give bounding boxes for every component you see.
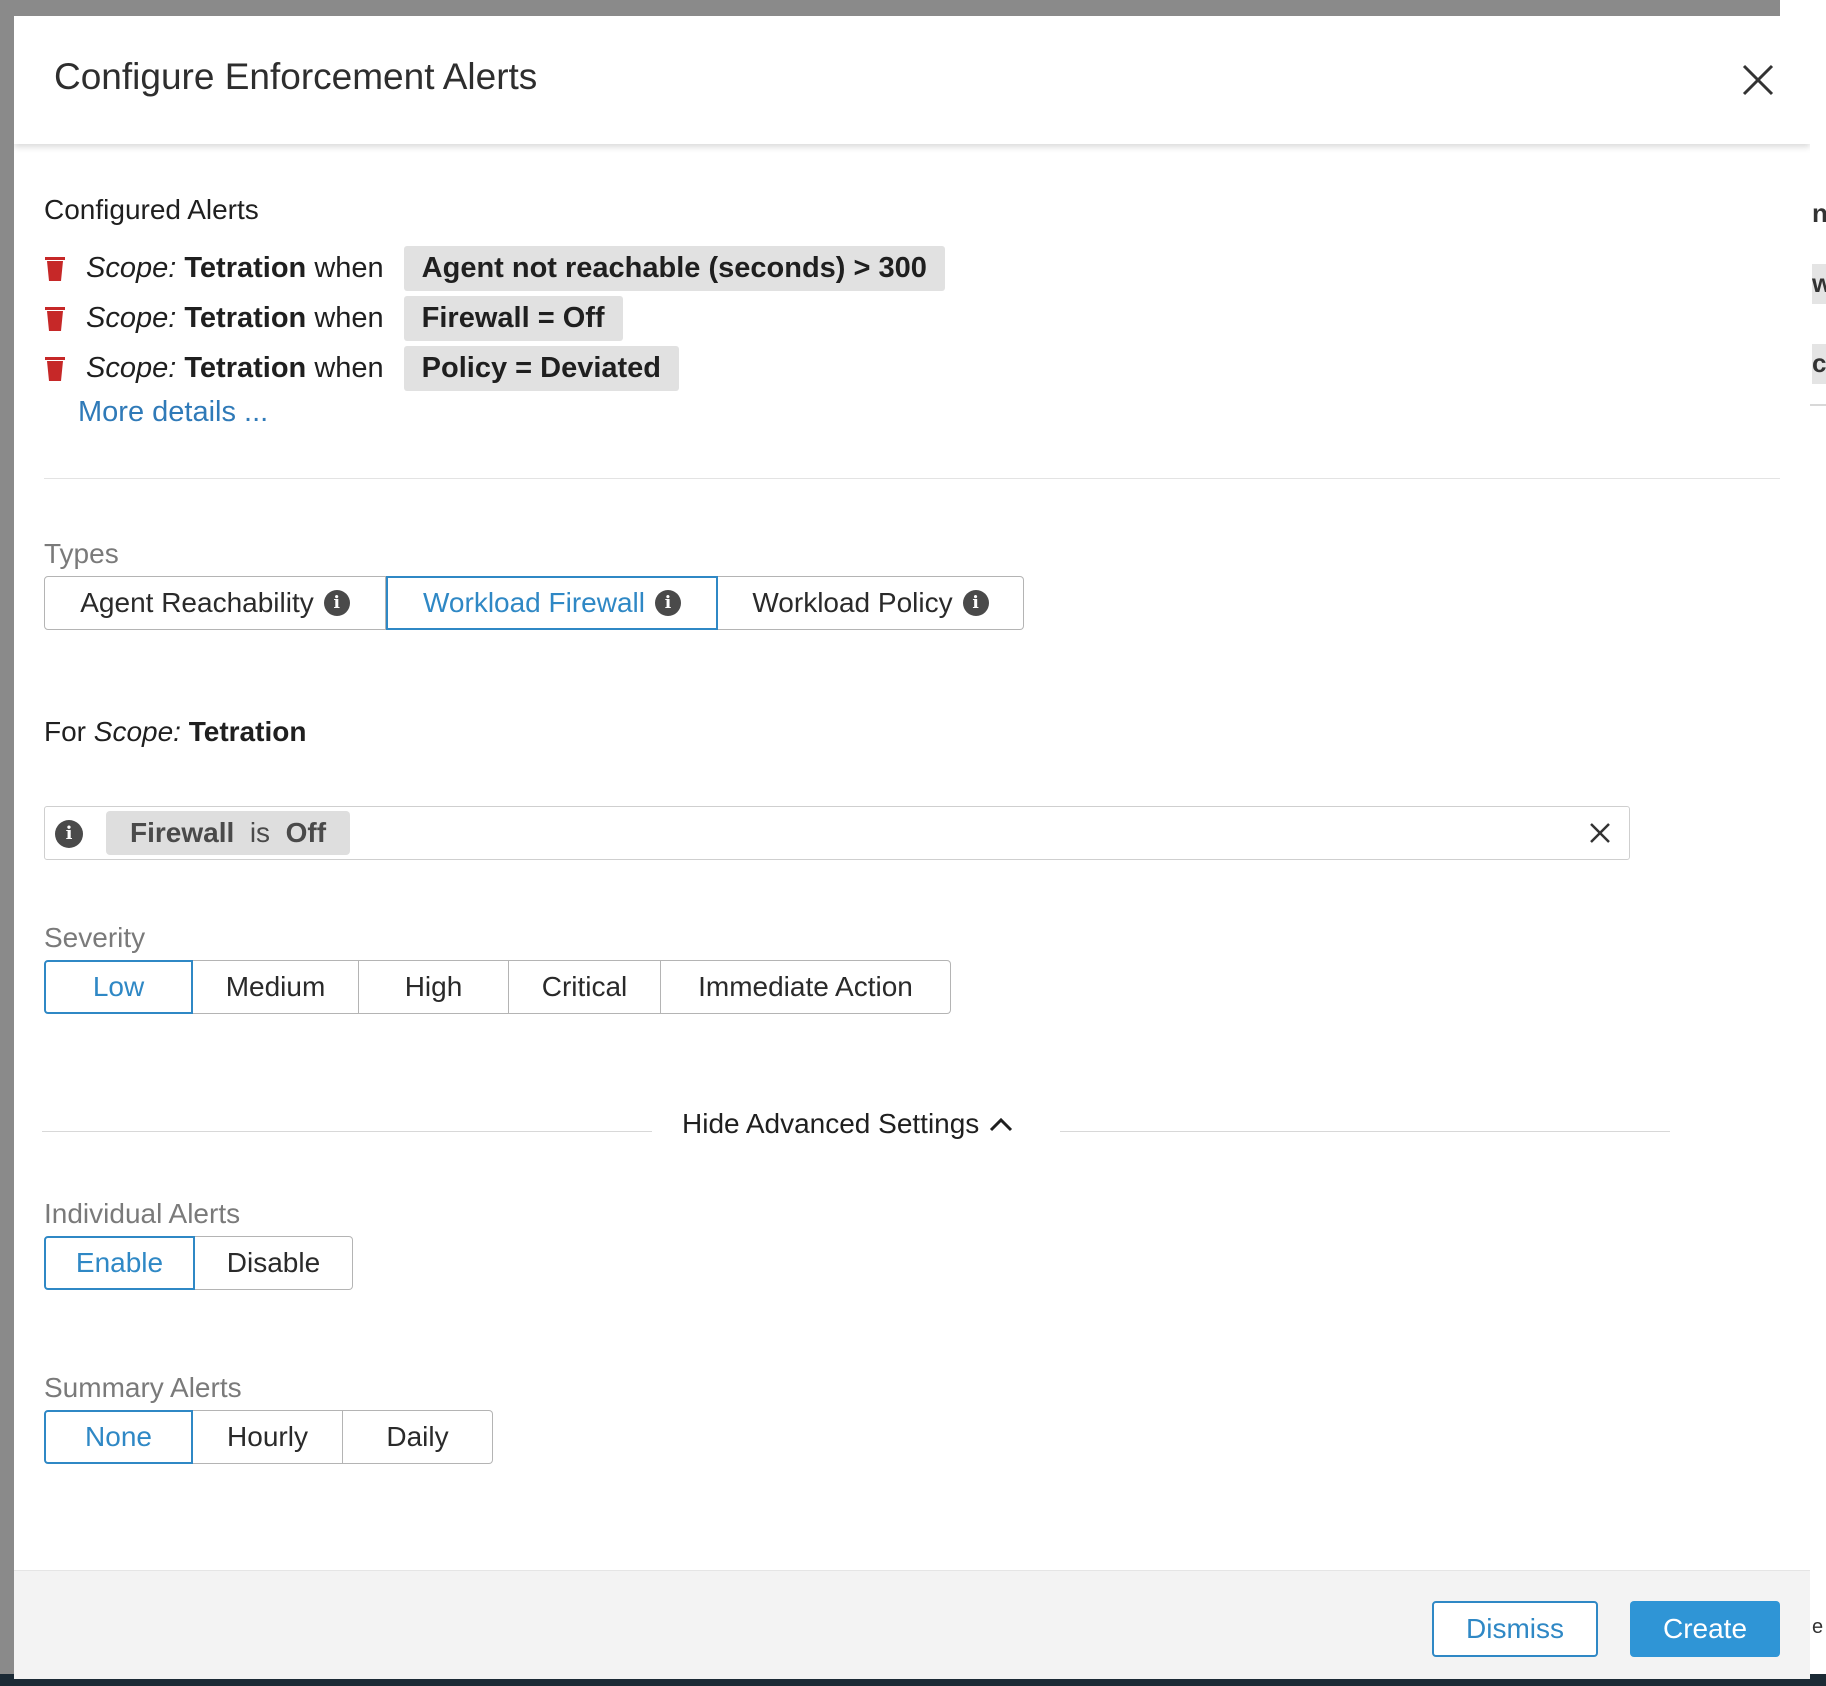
background-text: e — [1812, 1616, 1824, 1638]
scope-label: Scope: — [86, 351, 177, 384]
section-divider — [44, 478, 1780, 479]
alert-condition-chip: Agent not reachable (seconds) > 300 — [403, 245, 945, 291]
type-option-workload-policy[interactable]: Workload Policy i — [718, 576, 1024, 630]
trash-icon[interactable] — [44, 304, 66, 332]
close-icon[interactable] — [1738, 60, 1778, 100]
configured-alert-row: Scope: Tetration when Policy = Deviated — [44, 345, 680, 391]
individual-alerts-enable[interactable]: Enable — [44, 1236, 195, 1290]
background-text: n — [1812, 198, 1826, 228]
clear-icon[interactable] — [1587, 820, 1613, 846]
scope-value: Tetration — [184, 301, 307, 334]
scope-value: Tetration — [184, 351, 307, 384]
when-text: when — [314, 351, 384, 384]
configured-alert-row: Scope: Tetration when Firewall = Off — [44, 295, 623, 341]
filter-value: Off — [285, 817, 327, 848]
dialog-footer: Dismiss Create — [14, 1570, 1810, 1679]
info-icon[interactable]: i — [655, 590, 681, 616]
advanced-toggle-label: Hide Advanced Settings — [682, 1108, 980, 1139]
alert-condition-chip: Firewall = Off — [403, 295, 623, 341]
advanced-divider-right — [1060, 1131, 1670, 1132]
types-selector: Agent Reachability i Workload Firewall i W… — [44, 576, 1024, 630]
info-icon[interactable]: i — [55, 820, 83, 848]
background-text: w — [1812, 268, 1826, 298]
type-option-agent-reachability[interactable]: Agent Reachability i — [44, 576, 386, 630]
type-option-label: Workload Firewall — [423, 587, 645, 618]
filter-field: Firewall — [130, 817, 235, 848]
severity-option-critical[interactable]: Critical — [509, 960, 661, 1014]
hide-advanced-settings-toggle[interactable]: Hide Advanced Settings — [682, 1108, 1015, 1140]
filter-token[interactable]: Firewall is Off — [106, 811, 351, 855]
individual-alerts-label: Individual Alerts — [44, 1198, 241, 1229]
severity-option-low[interactable]: Low — [44, 960, 193, 1014]
scope-label: Scope: — [93, 716, 181, 747]
configured-alerts-title: Configured Alerts — [44, 194, 259, 225]
summary-alerts-label: Summary Alerts — [44, 1372, 242, 1403]
severity-option-immediate-action[interactable]: Immediate Action — [661, 960, 951, 1014]
type-option-workload-firewall[interactable]: Workload Firewall i — [386, 576, 718, 630]
individual-alerts-disable[interactable]: Disable — [195, 1236, 353, 1290]
filter-operator: is — [249, 817, 271, 848]
type-option-label: Workload Policy — [752, 587, 953, 618]
severity-label: Severity — [44, 922, 146, 953]
for-prefix: For — [44, 716, 86, 747]
when-text: when — [314, 251, 384, 284]
dialog-title: Configure Enforcement Alerts — [54, 56, 538, 97]
background-text: c — [1812, 348, 1826, 378]
types-label: Types — [44, 538, 119, 569]
configure-alerts-dialog: Configure Enforcement Alerts Configured … — [14, 16, 1810, 1679]
summary-alerts-none[interactable]: None — [44, 1410, 193, 1464]
alert-condition-chip: Policy = Deviated — [403, 345, 680, 391]
severity-option-medium[interactable]: Medium — [193, 960, 359, 1014]
dismiss-button[interactable]: Dismiss — [1432, 1601, 1598, 1657]
advanced-divider-left — [42, 1131, 652, 1132]
scope-value: Tetration — [184, 251, 307, 284]
scope-label: Scope: — [86, 251, 177, 284]
type-option-label: Agent Reachability — [80, 587, 314, 618]
dialog-header: Configure Enforcement Alerts — [14, 16, 1810, 144]
scope-value: Tetration — [188, 716, 307, 747]
trash-icon[interactable] — [44, 354, 66, 382]
scope-label: Scope: — [86, 301, 177, 334]
when-text: when — [314, 301, 384, 334]
more-details-link[interactable]: More details ... — [78, 396, 268, 429]
for-scope-heading: For Scope: Tetration — [44, 716, 306, 748]
severity-selector: Low Medium High Critical Immediate Actio… — [44, 960, 951, 1014]
trash-icon[interactable] — [44, 254, 66, 282]
info-icon[interactable]: i — [323, 590, 350, 616]
individual-alerts-selector: Enable Disable — [44, 1236, 353, 1290]
summary-alerts-hourly[interactable]: Hourly — [193, 1410, 343, 1464]
configured-alert-row: Scope: Tetration when Agent not reachabl… — [44, 245, 945, 291]
severity-option-high[interactable]: High — [359, 960, 509, 1014]
summary-alerts-daily[interactable]: Daily — [343, 1410, 493, 1464]
condition-filter-input[interactable]: i Firewall is Off — [44, 806, 1630, 860]
info-icon[interactable]: i — [962, 590, 989, 616]
summary-alerts-selector: None Hourly Daily — [44, 1410, 493, 1464]
create-button[interactable]: Create — [1630, 1601, 1780, 1657]
chevron-up-icon — [990, 1117, 1013, 1132]
